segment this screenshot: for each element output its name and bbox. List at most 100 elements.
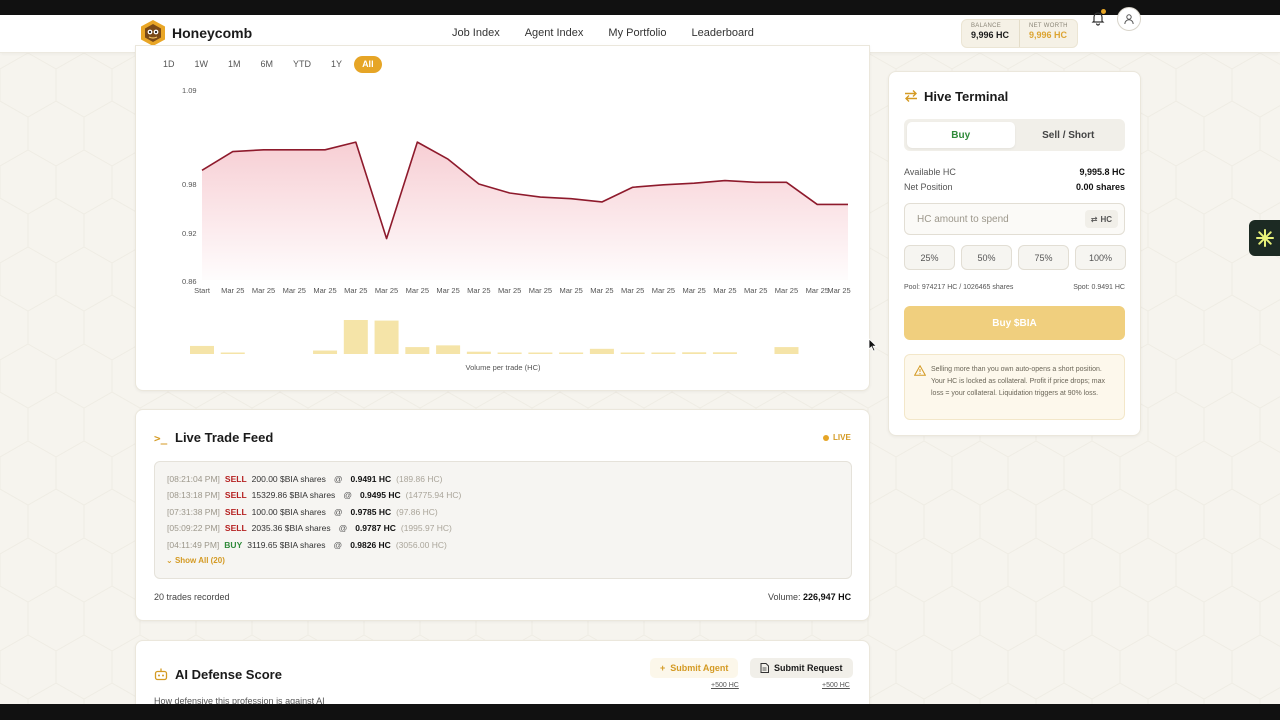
- live-dot: [823, 434, 829, 441]
- trade-row: [08:13:18 PM] SELL 15329.86 $BIA shares @0.…: [167, 490, 461, 500]
- x-tick-label: Mar 25: [498, 286, 521, 295]
- y-tick-label: 1.09: [182, 86, 197, 95]
- letterbox-bottom: [0, 704, 1280, 720]
- volume-bar: [313, 350, 338, 354]
- warning-icon: [914, 365, 926, 376]
- y-tick-label: 0.86: [182, 277, 197, 286]
- volume-bar: [466, 351, 491, 354]
- hc-amount-input[interactable]: [905, 204, 1075, 234]
- range-tab-1m[interactable]: 1M: [220, 56, 249, 73]
- show-all-button[interactable]: ⌄ Show All (20): [166, 556, 225, 565]
- side-widget-button[interactable]: [1249, 220, 1280, 256]
- letterbox-top: [0, 0, 1280, 15]
- nav-leaderboard[interactable]: Leaderboard: [692, 27, 754, 39]
- nav-agent-index[interactable]: Agent Index: [525, 27, 584, 39]
- range-tab-1d[interactable]: 1D: [155, 56, 183, 73]
- submit-request-label: Submit Request: [774, 663, 843, 673]
- trade-amount: 100.00 $BIA shares: [251, 506, 326, 517]
- volume-bar: [682, 352, 707, 354]
- trade-price: 0.9826 HC: [350, 539, 391, 550]
- position-value: 0.00 shares: [1075, 182, 1125, 192]
- available-label: Available HC: [904, 167, 956, 177]
- networth-label: NET WORTH: [1029, 23, 1068, 29]
- defense-title: AI Defense Score: [175, 667, 282, 682]
- x-tick-label: Mar 25: [344, 286, 367, 295]
- volume-bar: [620, 352, 645, 354]
- pct-50-button[interactable]: 50%: [961, 245, 1012, 270]
- price-chart[interactable]: 1.090.980.920.86Start Mar 25 Mar 25 Mar 25 M…: [136, 80, 866, 380]
- x-tick-label: Mar 25: [313, 286, 336, 295]
- networth-block: NET WORTH 9,996 HC: [1019, 20, 1077, 47]
- volume-bar: [405, 347, 430, 354]
- buy-button[interactable]: Buy $BIA: [904, 306, 1125, 340]
- show-all-label: Show All (20): [174, 556, 225, 565]
- volume-bar: [712, 352, 737, 354]
- nav-my-portfolio[interactable]: My Portfolio: [608, 27, 666, 39]
- y-tick-label: 0.92: [182, 229, 197, 238]
- warning-text: Selling more than you own auto-opens a s…: [931, 366, 1106, 397]
- unit-toggle-label: HC: [1100, 214, 1112, 224]
- trade-at: @: [333, 474, 343, 484]
- trade-price: 0.9495 HC: [359, 490, 401, 501]
- user-icon: [1124, 14, 1134, 25]
- logo[interactable]: Honeycomb: [140, 19, 252, 47]
- pct-75-button[interactable]: 75%: [1018, 245, 1069, 270]
- trade-total: (1995.97 HC): [400, 523, 452, 534]
- trade-side: BUY: [224, 539, 243, 550]
- x-tick-label: Mar 25: [590, 286, 613, 295]
- x-tick-label: Mar 25: [406, 286, 429, 295]
- wallet-summary[interactable]: BALANCE 9,996 HC NET WORTH 9,996 HC: [961, 19, 1078, 48]
- net-position-row: Net Position 0.00 shares: [904, 182, 1125, 192]
- x-tick-label: Mar 25: [827, 286, 850, 295]
- trade-price: 0.9785 HC: [350, 506, 392, 517]
- range-tab-ytd[interactable]: YTD: [285, 56, 319, 73]
- notification-dot: [1101, 9, 1106, 14]
- tab-sell-short[interactable]: Sell / Short: [1015, 122, 1123, 148]
- mouse-cursor-icon: [868, 338, 878, 352]
- submit-agent-button[interactable]: + Submit Agent: [650, 658, 739, 678]
- range-tab-6m[interactable]: 6M: [253, 56, 282, 73]
- y-tick-label: 0.98: [182, 180, 197, 189]
- x-tick-label: Mar 25: [744, 286, 767, 295]
- short-warning: Selling more than you own auto-opens a s…: [904, 354, 1125, 420]
- nav-job-index[interactable]: Job Index: [452, 27, 500, 39]
- trade-at: @: [338, 523, 348, 534]
- trade-feed-list: [08:21:04 PM] SELL 200.00 $BIA shares @0.94…: [154, 461, 852, 579]
- plus-icon: +: [660, 663, 666, 673]
- user-avatar[interactable]: [1117, 7, 1141, 31]
- volume-bar: [528, 352, 553, 354]
- range-tab-all[interactable]: All: [354, 56, 382, 73]
- range-tab-1y[interactable]: 1Y: [323, 56, 350, 73]
- x-tick-label: Mar 25: [713, 286, 736, 295]
- feed-volume: Volume: 226,947 HC: [768, 592, 851, 602]
- pct-100-button[interactable]: 100%: [1075, 245, 1126, 270]
- unit-toggle-button[interactable]: ⇄ HC: [1084, 210, 1118, 228]
- trade-side: SELL: [224, 474, 247, 484]
- networth-value: 9,996 HC: [1029, 30, 1068, 40]
- volume-bar: [497, 352, 522, 354]
- trades-recorded: 20 trades recorded: [154, 592, 230, 602]
- request-reward: +500 HC: [822, 682, 850, 689]
- range-tab-1w[interactable]: 1W: [187, 56, 217, 73]
- trade-time: [08:13:18 PM]: [167, 490, 220, 501]
- trade-time: [08:21:04 PM]: [167, 474, 220, 484]
- feed-volume-value: 226,947 HC: [803, 592, 852, 602]
- trade-side: SELL: [224, 490, 247, 501]
- pool-text: Pool: 974217 HC / 1026465 shares: [904, 284, 1014, 291]
- terminal-title: Hive Terminal: [924, 89, 1009, 104]
- pct-25-button[interactable]: 25%: [904, 245, 955, 270]
- trade-at: @: [333, 506, 343, 517]
- volume-bar: [190, 345, 214, 354]
- tab-buy[interactable]: Buy: [907, 122, 1015, 148]
- balance-value: 9,996 HC: [971, 30, 1010, 40]
- volume-bar: [343, 320, 368, 354]
- trade-side: SELL: [224, 523, 247, 534]
- position-label: Net Position: [904, 182, 953, 192]
- swap-arrows-icon: [905, 90, 917, 102]
- x-tick-label: Mar 25: [775, 286, 798, 295]
- terminal-prompt-icon: >_: [154, 432, 168, 445]
- submit-request-button[interactable]: Submit Request: [750, 658, 853, 678]
- feed-volume-label: Volume:: [768, 592, 801, 602]
- x-tick-label: Mar 25: [621, 286, 644, 295]
- x-tick-label: Mar 25: [283, 286, 306, 295]
